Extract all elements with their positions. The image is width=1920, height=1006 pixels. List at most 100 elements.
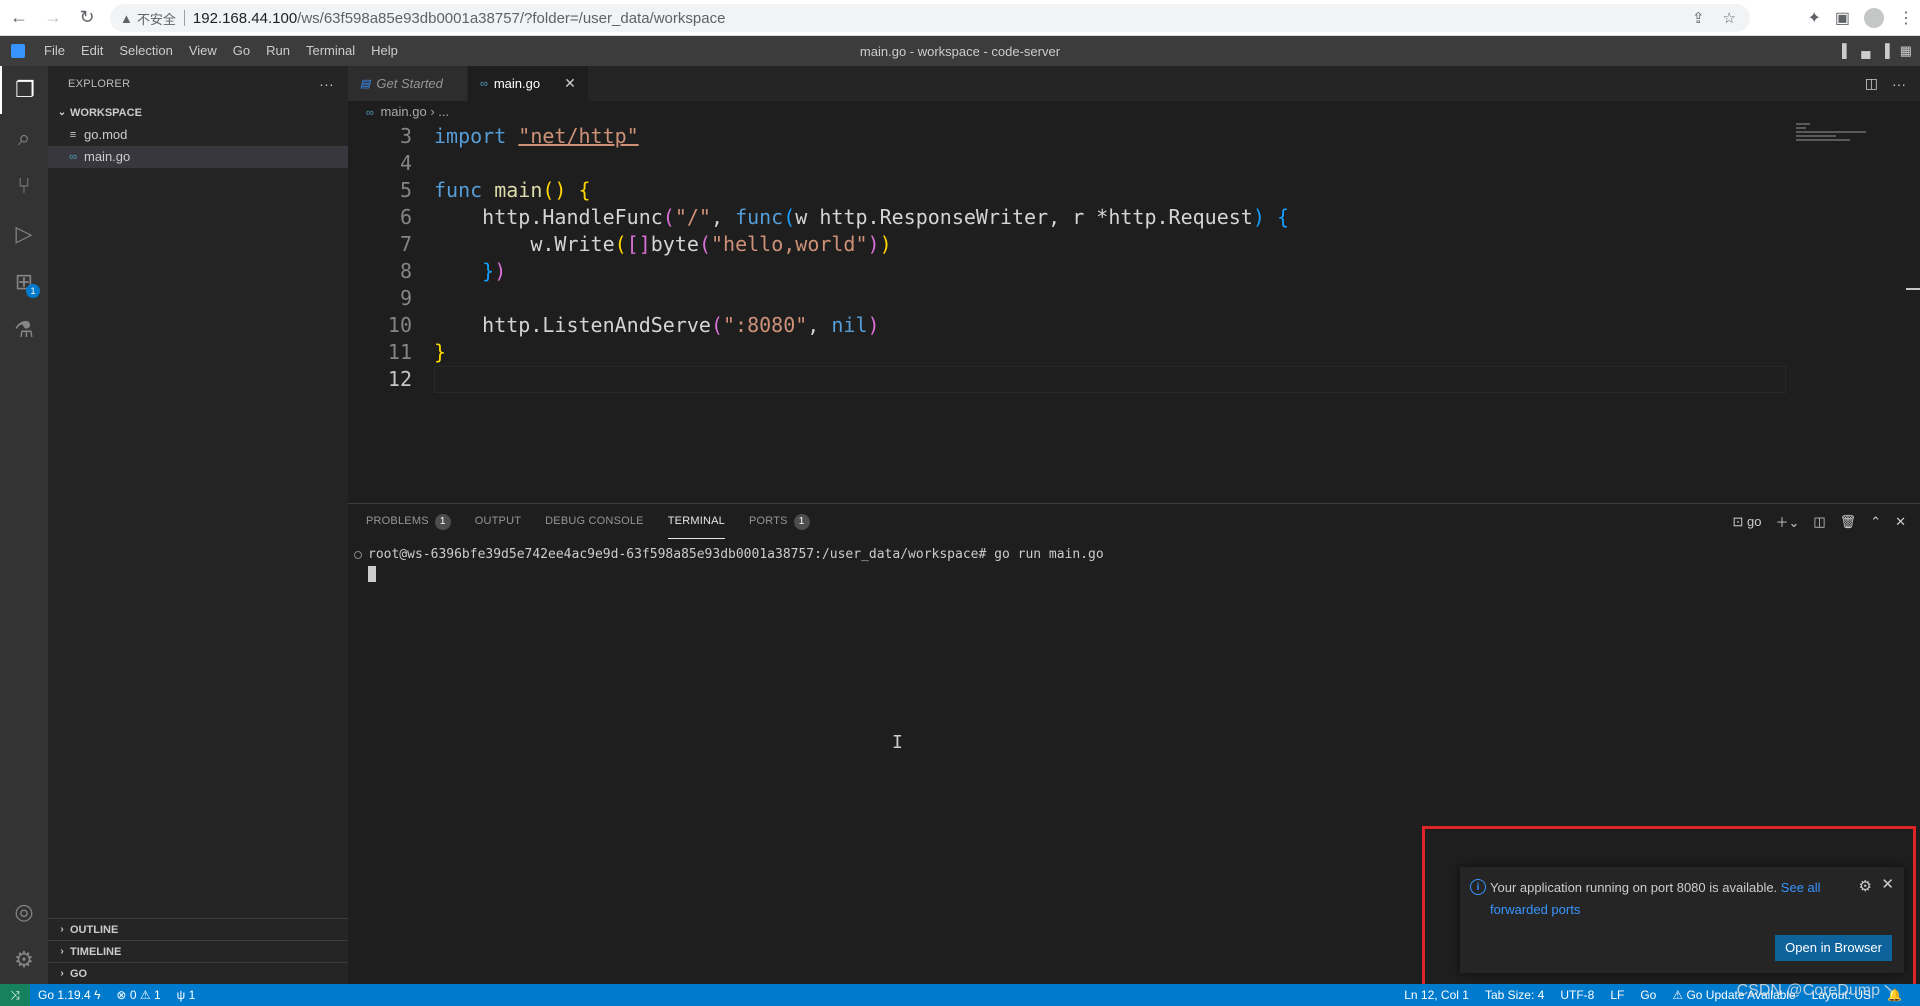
- line-number: 12: [387, 367, 412, 391]
- terminal-cursor: [368, 566, 376, 582]
- sidebar-bottom-sections: › OUTLINE › TIMELINE › GO: [48, 918, 348, 984]
- menu-go[interactable]: Go: [225, 36, 258, 66]
- remote-indicator-icon[interactable]: ⤨: [0, 984, 30, 1006]
- accounts-icon[interactable]: ◎: [0, 888, 48, 936]
- toggle-panel-icon[interactable]: ▄: [1861, 43, 1870, 59]
- port-notification: i Your application running on port 8080 …: [1460, 867, 1904, 973]
- workspace-section[interactable]: ⌄ WORKSPACE: [48, 102, 348, 124]
- extensions-icon[interactable]: ⊞ 1: [0, 258, 48, 306]
- line-number: 6: [399, 205, 412, 229]
- cursor-position[interactable]: Ln 12, Col 1: [1396, 988, 1477, 1002]
- terminal-output[interactable]: root@ws-6396bfe39d5e742ee4ac9e9d-63f598a…: [348, 546, 1104, 582]
- kill-terminal-trash-icon[interactable]: 🗑: [1840, 514, 1857, 530]
- go-file-icon: ∞: [69, 151, 77, 163]
- timeline-label: TIMELINE: [70, 945, 122, 958]
- string: "net/http": [518, 124, 639, 148]
- problems-status[interactable]: ⊗ 0 ⚠ 1: [108, 988, 168, 1002]
- watermark: CSDN @CoreDump丶: [1736, 982, 1896, 999]
- extensions-puzzle-icon[interactable]: ✦: [1807, 8, 1820, 28]
- menu-help[interactable]: Help: [363, 36, 406, 66]
- open-in-browser-button[interactable]: Open in Browser: [1775, 935, 1892, 961]
- more-actions-icon[interactable]: ···: [319, 66, 334, 102]
- chevron-down-icon: ⌄: [57, 107, 67, 118]
- menu-run[interactable]: Run: [258, 36, 298, 66]
- menu-terminal[interactable]: Terminal: [298, 36, 363, 66]
- code-line: 6 http.HandleFunc("/", func(w http.Respo…: [348, 204, 1920, 231]
- share-icon[interactable]: ⇪: [1692, 9, 1705, 27]
- tab-output[interactable]: OUTPUT: [475, 504, 521, 539]
- menu-selection[interactable]: Selection: [111, 36, 180, 66]
- omnibox-actions: ⇪ ☆: [1692, 9, 1736, 27]
- code-line: 9: [348, 285, 1920, 312]
- info-icon: i: [1470, 879, 1486, 895]
- breadcrumb-rest[interactable]: ...: [438, 104, 449, 119]
- menu-file[interactable]: File: [36, 36, 73, 66]
- go-section[interactable]: › GO: [48, 962, 348, 984]
- toggle-sidebar-icon[interactable]: ▌: [1842, 43, 1851, 59]
- testing-flask-icon[interactable]: ⚗: [0, 306, 48, 354]
- file-main-go[interactable]: ∞ main.go: [48, 146, 348, 168]
- address-bar[interactable]: ▲ 不安全 192.168.44.100/ws/63f598a85e93db00…: [110, 4, 1750, 32]
- menu-view[interactable]: View: [181, 36, 225, 66]
- eol[interactable]: LF: [1602, 988, 1632, 1002]
- reload-icon[interactable]: ↻: [72, 3, 102, 33]
- notification-message: Your application running on port 8080 is…: [1490, 877, 1840, 921]
- warning-icon: ▲: [120, 10, 133, 26]
- close-icon[interactable]: ✕: [1881, 875, 1894, 893]
- minimap[interactable]: [1796, 123, 1906, 153]
- line-number: 4: [399, 151, 412, 175]
- close-icon[interactable]: ✕: [564, 75, 576, 92]
- maximize-panel-chevron-up-icon[interactable]: ⌃: [1870, 514, 1881, 530]
- file-lines-icon: ≡: [69, 129, 77, 141]
- source-control-icon[interactable]: ⑂: [0, 162, 48, 210]
- explorer-icon[interactable]: ❐: [0, 66, 48, 114]
- tab-main-go[interactable]: ∞ main.go ✕: [468, 66, 589, 101]
- app-logo-icon[interactable]: [0, 36, 36, 66]
- string: "/": [674, 205, 711, 229]
- search-icon[interactable]: ⌕: [0, 114, 48, 162]
- tab-get-started[interactable]: ▤ Get Started: [348, 66, 468, 101]
- scroll-position-marker: [1906, 288, 1920, 290]
- editor-actions: ◫ ···: [1865, 66, 1906, 101]
- tab-size[interactable]: Tab Size: 4: [1477, 988, 1552, 1002]
- language-mode[interactable]: Go: [1632, 988, 1664, 1002]
- bookmark-star-icon[interactable]: ☆: [1723, 9, 1736, 27]
- tab-terminal[interactable]: TERMINAL: [667, 504, 725, 539]
- manage-gear-icon[interactable]: ⚙: [0, 936, 48, 984]
- tab-ports[interactable]: PORTS 1: [749, 504, 810, 539]
- toggle-secondary-sidebar-icon[interactable]: ▐: [1880, 43, 1889, 59]
- code-editor[interactable]: 3 import "net/http" 4 5 func main() { 6 …: [348, 123, 1920, 503]
- terminal-selector[interactable]: ⊡ go: [1732, 514, 1761, 530]
- activity-bottom: ◎ ⚙: [0, 888, 48, 984]
- customize-layout-icon[interactable]: ▦: [1900, 43, 1912, 59]
- more-actions-icon[interactable]: ···: [1892, 76, 1906, 92]
- sidebar-title: EXPLORER ···: [48, 66, 348, 102]
- explorer-sidebar: EXPLORER ··· ⌄ WORKSPACE ≡ go.mod ∞ main…: [48, 66, 348, 984]
- tab-debug-console[interactable]: DEBUG CONSOLE: [545, 504, 644, 539]
- file-go-mod[interactable]: ≡ go.mod: [48, 124, 348, 146]
- menu-edit[interactable]: Edit: [73, 36, 111, 66]
- browser-menu-icon[interactable]: ⋮: [1898, 8, 1914, 28]
- tab-problems[interactable]: PROBLEMS 1: [366, 504, 451, 539]
- side-panel-icon[interactable]: ▣: [1835, 8, 1850, 28]
- split-terminal-icon[interactable]: ◫: [1813, 514, 1825, 530]
- notification-gear-icon[interactable]: ⚙: [1859, 877, 1872, 895]
- ports-count: 1: [188, 988, 196, 1002]
- forward-icon[interactable]: →: [38, 3, 68, 33]
- ports-status[interactable]: ψ 1: [169, 988, 204, 1002]
- back-icon[interactable]: ←: [4, 3, 34, 33]
- go-file-icon: ∞: [480, 77, 488, 90]
- breadcrumb-file[interactable]: main.go: [380, 104, 426, 119]
- new-terminal-icon[interactable]: ＋⌄: [1775, 512, 1799, 531]
- call: w.Write: [530, 232, 615, 256]
- outline-section[interactable]: › OUTLINE: [48, 918, 348, 940]
- editor-tabs: ▤ Get Started ∞ main.go ✕ ◫ ···: [348, 66, 1920, 101]
- split-editor-icon[interactable]: ◫: [1865, 75, 1878, 92]
- profile-avatar-icon[interactable]: [1864, 8, 1884, 28]
- timeline-section[interactable]: › TIMELINE: [48, 940, 348, 962]
- encoding[interactable]: UTF-8: [1552, 988, 1602, 1002]
- run-debug-icon[interactable]: ▷: [0, 210, 48, 258]
- string: "hello,world": [710, 232, 868, 256]
- close-panel-icon[interactable]: ✕: [1895, 514, 1906, 530]
- go-version[interactable]: Go 1.19.4 ϟ: [30, 988, 108, 1002]
